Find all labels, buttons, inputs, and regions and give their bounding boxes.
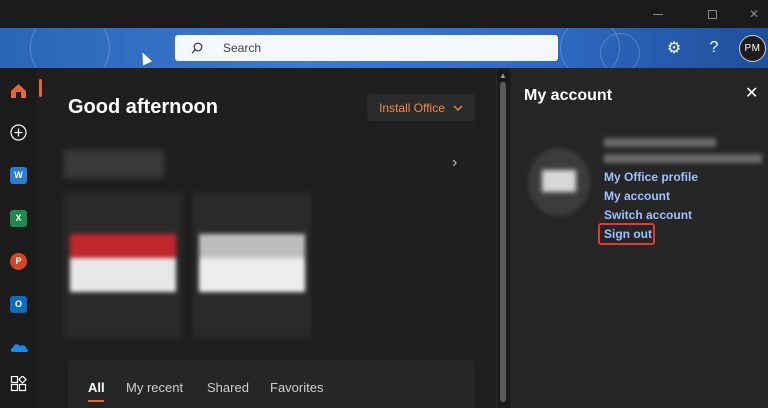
excel-icon: X (10, 209, 27, 227)
plus-circle-icon (10, 123, 27, 141)
tab-favorites[interactable]: Favorites (270, 380, 323, 395)
close-icon[interactable]: ✕ (745, 83, 758, 103)
tab-shared[interactable]: Shared (207, 380, 249, 395)
home-icon (11, 84, 26, 98)
my-account-link[interactable]: My account (604, 189, 670, 203)
thumbnail-band (70, 234, 176, 258)
help-icon[interactable]: ? (704, 38, 724, 58)
powerpoint-icon: P (10, 252, 27, 270)
rail-item-onedrive[interactable] (0, 329, 37, 365)
chevron-down-icon (453, 105, 463, 111)
header-pattern (600, 33, 640, 68)
panel-title: My account (524, 87, 613, 104)
rail-item-excel[interactable]: X (0, 200, 37, 236)
avatar[interactable]: PM (739, 35, 766, 62)
rail-item-home[interactable] (0, 73, 37, 109)
close-icon: ✕ (748, 7, 760, 21)
scrollbar-thumb[interactable] (500, 82, 506, 402)
install-office-button[interactable]: Install Office (367, 94, 475, 121)
onedrive-icon (10, 344, 28, 352)
rail-item-apps[interactable] (0, 366, 37, 402)
rail-item-outlook[interactable]: O (0, 286, 37, 322)
header-pattern (30, 28, 110, 68)
tab-active-underline (88, 400, 104, 402)
rail-item-word[interactable]: W (0, 157, 37, 193)
install-office-label: Install Office (379, 100, 445, 115)
avatar-initials-blurred (542, 170, 576, 192)
search-input[interactable]: Search (175, 35, 558, 61)
minimize-button[interactable] (636, 0, 680, 28)
my-office-profile-link[interactable]: My Office profile (604, 170, 698, 184)
active-indicator (39, 79, 42, 97)
tab-all[interactable]: All (88, 380, 105, 395)
blurred-account-name (604, 138, 716, 147)
chevron-right-icon[interactable]: › (452, 154, 457, 172)
search-placeholder: Search (223, 41, 262, 55)
thumbnail-band (70, 258, 176, 292)
apps-icon (10, 375, 27, 391)
blurred-account-email (604, 154, 762, 163)
search-icon (191, 42, 203, 54)
word-icon: W (10, 166, 27, 184)
gear-icon[interactable]: ⚙ (664, 38, 684, 58)
page-title: Good afternoon (68, 96, 218, 118)
tab-my-recent[interactable]: My recent (126, 380, 183, 395)
recent-file-thumbnail[interactable] (64, 192, 182, 338)
account-avatar (528, 148, 590, 216)
maximize-button[interactable] (690, 0, 734, 28)
rail-item-create[interactable] (0, 114, 37, 150)
sign-out-highlight (598, 223, 655, 245)
thumbnail-band (199, 258, 305, 292)
scroll-up-icon[interactable]: ▲ (499, 71, 507, 80)
recent-file-thumbnail[interactable] (193, 192, 311, 338)
rail-item-powerpoint[interactable]: P (0, 243, 37, 279)
thumbnail-band (199, 234, 305, 258)
close-window-button[interactable]: ✕ (732, 0, 768, 28)
maximize-icon (707, 9, 717, 19)
switch-account-link[interactable]: Switch account (604, 208, 692, 222)
minimize-icon (653, 13, 663, 15)
blurred-section-title (64, 150, 164, 178)
outlook-icon: O (10, 295, 27, 313)
